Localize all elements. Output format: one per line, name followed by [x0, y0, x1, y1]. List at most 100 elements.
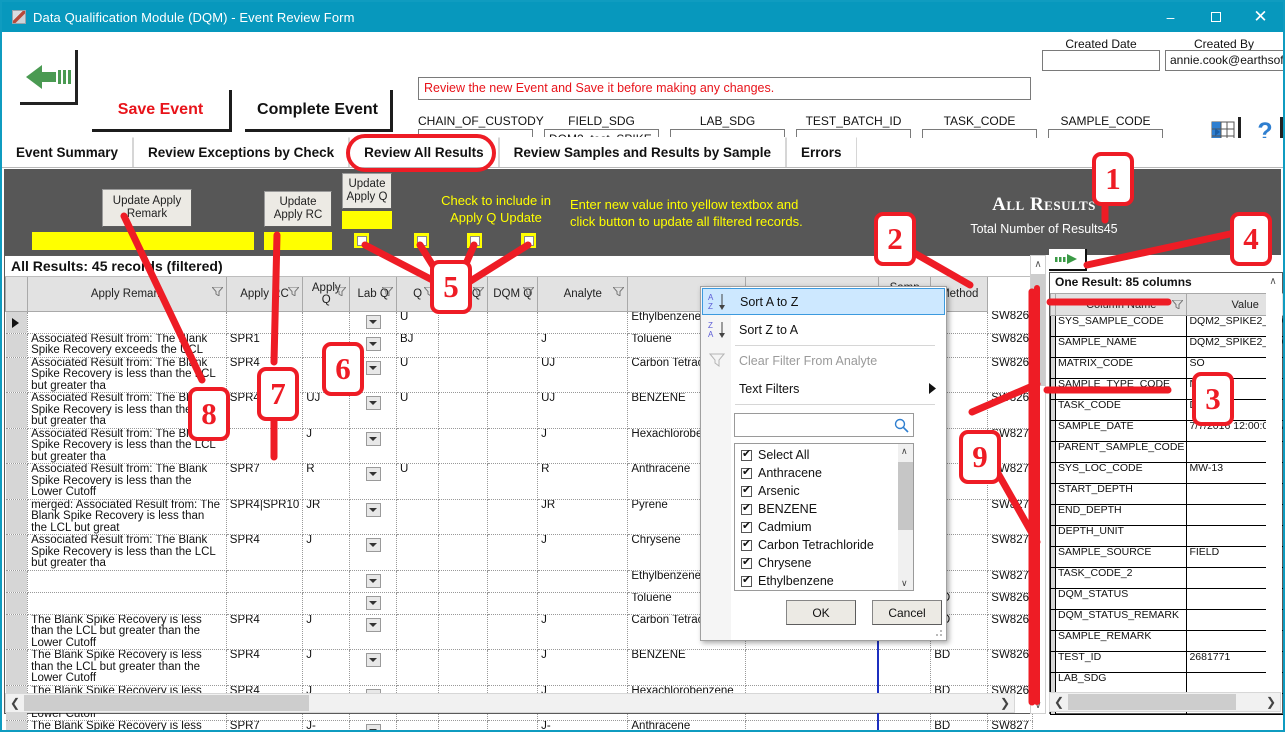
apply-q-checkbox-4[interactable]	[521, 233, 536, 248]
cell-apply-q[interactable]	[302, 592, 351, 615]
detail-row[interactable]: SAMPLE_NAMEDQM2_SPIKE2_SO_01	[1050, 336, 1283, 358]
cell-inter-q[interactable]	[487, 592, 539, 615]
row-selector[interactable]	[5, 534, 29, 571]
scroll-right-icon[interactable]: ❯	[996, 694, 1014, 712]
detail-cell-name[interactable]: DQM_STATUS_REMARK	[1054, 609, 1188, 631]
detail-row[interactable]: START_DEPTH	[1050, 483, 1283, 505]
search-icon[interactable]	[894, 418, 909, 433]
cell-apply-q[interactable]	[302, 311, 351, 334]
cell-lab-q[interactable]	[396, 720, 440, 730]
analyte-search-input[interactable]	[734, 413, 914, 437]
cell-method[interactable]: SW826	[987, 357, 1033, 393]
cell-method[interactable]: SW827	[987, 720, 1033, 730]
cell-q[interactable]	[438, 649, 489, 686]
detail-cell-name[interactable]: START_DEPTH	[1054, 483, 1188, 505]
cell-apply-q[interactable]: R	[302, 463, 351, 500]
detail-cell-name[interactable]: SAMPLE_REMARK	[1054, 630, 1188, 652]
detail-cell-name[interactable]: TASK_CODE	[1054, 399, 1188, 421]
cell-sample-date[interactable]	[878, 649, 932, 686]
cell-apply-rc[interactable]: SPR4|SPR10	[226, 499, 304, 535]
cell-dqm-q[interactable]: J	[537, 333, 629, 358]
detail-cell-name[interactable]: TASK_CODE_2	[1054, 567, 1188, 589]
save-event-button[interactable]: Save Event	[92, 90, 232, 132]
filter-icon[interactable]	[523, 287, 535, 296]
cell-dqm-q[interactable]	[537, 570, 629, 593]
cell-q[interactable]	[438, 592, 489, 615]
cell-apply-remark[interactable]: Associated Result from: The Blank Spike …	[27, 463, 227, 500]
cell-lab-q[interactable]	[396, 649, 440, 686]
cell-apply-q-dropdown[interactable]	[349, 570, 397, 593]
cell-apply-remark[interactable]: The Blank Spike Recovery is less than th…	[27, 649, 227, 686]
cell-dqm-q[interactable]: J-	[537, 720, 629, 730]
cell-apply-q[interactable]: J	[302, 614, 351, 650]
detail-cell-name[interactable]: DEPTH_UNIT	[1054, 525, 1188, 547]
cell-apply-q-dropdown[interactable]	[349, 720, 397, 730]
apply-rc-textbox[interactable]	[264, 232, 332, 250]
cell-dqm-q[interactable]	[537, 592, 629, 615]
cell-apply-q-dropdown[interactable]	[349, 534, 397, 571]
cell-dqm-q[interactable]: J	[537, 614, 629, 650]
detail-cell-name[interactable]: MATRIX_CODE	[1054, 357, 1188, 379]
scroll-down-icon[interactable]: ∨	[1031, 697, 1045, 713]
cell-lab-q[interactable]	[396, 534, 440, 571]
cell-inter-q[interactable]	[487, 570, 539, 593]
cell-dqm-q[interactable]: R	[537, 463, 629, 500]
grid-vscrollbar[interactable]: ∧ ∨	[1030, 255, 1046, 714]
filter-option[interactable]: Arsenic	[737, 482, 913, 500]
cell-apply-rc[interactable]: SPR4	[226, 534, 304, 571]
detail-cell-name[interactable]: TEST_ID	[1054, 651, 1188, 673]
cell-inter-q[interactable]	[487, 614, 539, 650]
checkbox-icon[interactable]	[741, 537, 752, 551]
update-apply-remark-button[interactable]: Update Apply Remark	[102, 189, 192, 227]
cell-lab-q[interactable]: U	[396, 357, 440, 393]
cell-q[interactable]	[438, 311, 489, 334]
table-row[interactable]: The Blank Spike Recovery is less than th…	[5, 720, 1033, 730]
cell-apply-q[interactable]: J	[302, 534, 351, 571]
row-selector[interactable]	[5, 463, 29, 500]
detail-scroll-right-icon[interactable]: ❯	[1262, 693, 1280, 711]
cell-dqm-q[interactable]: J	[537, 428, 629, 464]
filter-option[interactable]: Anthracene	[737, 464, 913, 482]
cell-q[interactable]	[438, 463, 489, 500]
tab-errors[interactable]: Errors	[786, 137, 857, 167]
col-apply-q[interactable]: Apply Q	[302, 277, 351, 312]
row-selector[interactable]	[5, 570, 29, 593]
chevron-down-icon[interactable]	[365, 396, 381, 410]
table-row[interactable]: The Blank Spike Recovery is less than th…	[5, 649, 1033, 686]
row-selector[interactable]	[5, 720, 29, 730]
cell-method[interactable]: SW827	[987, 534, 1033, 571]
detail-cell-name[interactable]: SAMPLE_SOURCE	[1054, 546, 1188, 568]
row-selector[interactable]	[5, 428, 29, 464]
row-selector[interactable]	[5, 311, 29, 334]
scroll-up-icon[interactable]: ∧	[1031, 256, 1045, 272]
apply-q-checkbox-1[interactable]	[354, 233, 369, 248]
cell-apply-remark[interactable]: The Blank Spike Recovery is less than th…	[27, 720, 227, 730]
detail-hscrollbar[interactable]: ❮ ❯	[1049, 692, 1281, 712]
filter-icon[interactable]	[288, 287, 300, 296]
checkbox-icon[interactable]	[741, 573, 752, 587]
cell-lab-q[interactable]	[396, 614, 440, 650]
detail-row[interactable]: SAMPLE_TYPE_CODEN	[1050, 378, 1283, 400]
chevron-down-icon[interactable]	[365, 653, 381, 667]
cell-method[interactable]: SW826	[987, 392, 1033, 429]
detail-row[interactable]: SYS_SAMPLE_CODEDQM2_SPIKE2_SO_01	[1050, 315, 1283, 337]
cell-dqm-q[interactable]: J	[537, 534, 629, 571]
col-apply-remark[interactable]: Apply Remark	[27, 277, 227, 312]
cell-q[interactable]	[438, 534, 489, 571]
cell-inter-q[interactable]	[487, 463, 539, 500]
cell-inter-q[interactable]	[487, 357, 539, 393]
detail-col-name[interactable]: Column Name	[1054, 293, 1188, 316]
cell-q[interactable]	[438, 333, 489, 358]
cell-sample-date[interactable]	[878, 720, 932, 730]
cell-q[interactable]	[438, 570, 489, 593]
resize-grip-icon[interactable]	[935, 629, 943, 637]
row-selector[interactable]	[5, 592, 29, 615]
grid-hscroll-thumb[interactable]	[24, 695, 309, 711]
cell-apply-remark[interactable]	[27, 570, 227, 593]
detail-cell-name[interactable]: SAMPLE_TYPE_CODE	[1054, 378, 1188, 400]
option-scroll-thumb[interactable]	[898, 462, 913, 530]
filter-icon[interactable]	[335, 287, 347, 296]
cell-method[interactable]: SW827	[987, 570, 1033, 593]
cell-apply-q[interactable]: J	[302, 428, 351, 464]
detail-row[interactable]: TASK_CODE_2	[1050, 567, 1283, 589]
